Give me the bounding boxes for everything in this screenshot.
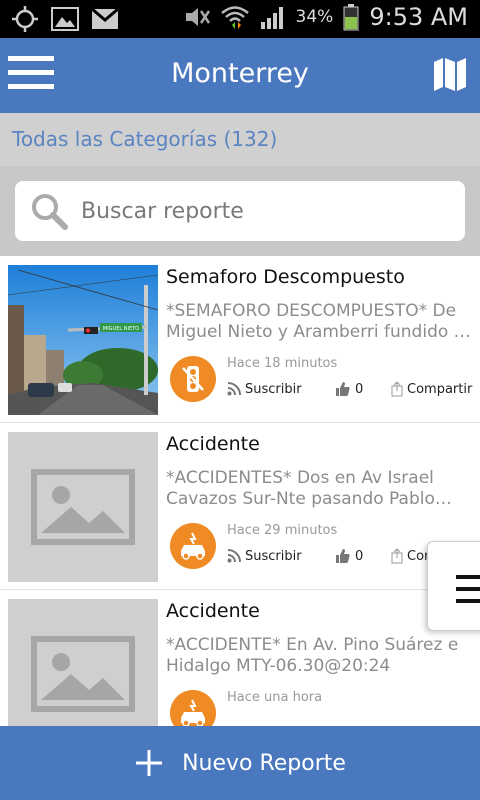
signal-icon bbox=[258, 2, 288, 32]
report-actions: Suscribir 0 Compartir bbox=[227, 381, 472, 397]
search-input[interactable] bbox=[81, 193, 451, 229]
battery-percentage: 34% bbox=[295, 7, 334, 27]
image-placeholder-icon bbox=[8, 432, 158, 582]
list-item[interactable]: MIGUEL NIETO Semaforo Descompuesto *SEMA… bbox=[0, 256, 480, 423]
subscribe-button[interactable]: Suscribir bbox=[227, 549, 335, 564]
subscribe-button[interactable]: Suscribir bbox=[227, 382, 335, 397]
rss-icon bbox=[227, 382, 241, 396]
report-photo: MIGUEL NIETO bbox=[8, 265, 158, 415]
new-report-label: Nuevo Reporte bbox=[182, 750, 346, 776]
wifi-icon bbox=[220, 2, 250, 32]
report-time: Hace una hora bbox=[227, 690, 323, 705]
report-time: Hace 29 minutos bbox=[227, 523, 338, 538]
gps-icon bbox=[10, 4, 40, 34]
subscribe-label: Suscribir bbox=[245, 548, 302, 564]
like-button[interactable]: 0 bbox=[335, 548, 391, 564]
like-count: 0 bbox=[355, 381, 364, 397]
subscribe-label: Suscribir bbox=[245, 381, 302, 397]
floating-menu-button[interactable] bbox=[427, 541, 480, 631]
gmail-icon bbox=[90, 4, 120, 34]
list-item[interactable]: Accidente *ACCIDENTES* Dos en Av Israel … bbox=[0, 423, 480, 590]
share-icon bbox=[391, 381, 403, 397]
status-clock: 9:53 AM bbox=[369, 3, 468, 31]
status-bar: 34% 9:53 AM bbox=[0, 0, 480, 38]
report-actions: Suscribir 0 Cor bbox=[227, 548, 429, 564]
menu-line bbox=[456, 587, 480, 591]
share-label: Compartir bbox=[407, 381, 473, 397]
rss-icon bbox=[227, 549, 241, 563]
report-title: Accidente bbox=[166, 433, 260, 455]
report-description: *ACCIDENTES* Dos en Av Israel Cavazos Su… bbox=[166, 468, 452, 509]
report-description: *SEMAFORO DESCOMPUESTO* De Miguel Nieto … bbox=[166, 301, 471, 342]
search-section bbox=[0, 166, 480, 256]
list-item[interactable]: Accidente *ACCIDENTE* En Av. Pino Suárez… bbox=[0, 590, 480, 726]
battery-icon bbox=[341, 2, 361, 32]
like-button[interactable]: 0 bbox=[335, 381, 391, 397]
street-sign-text: MIGUEL NIETO bbox=[103, 326, 139, 332]
search-box[interactable] bbox=[15, 181, 465, 241]
report-title: Semaforo Descompuesto bbox=[166, 266, 405, 288]
menu-line bbox=[456, 575, 480, 579]
category-filter[interactable]: Todas las Categorías (132) bbox=[0, 113, 480, 166]
report-title: Accidente bbox=[166, 600, 260, 622]
like-count: 0 bbox=[355, 548, 364, 564]
report-list: MIGUEL NIETO Semaforo Descompuesto *SEMA… bbox=[0, 256, 480, 726]
report-description: *ACCIDENTE* En Av. Pino Suárez e Hidalgo… bbox=[166, 635, 459, 676]
thumbs-up-icon bbox=[336, 382, 350, 396]
menu-line bbox=[456, 599, 480, 603]
share-button[interactable]: Compartir bbox=[391, 381, 472, 397]
car-crash-icon bbox=[170, 690, 216, 726]
share-icon bbox=[391, 548, 403, 564]
search-icon bbox=[29, 191, 69, 231]
gallery-icon bbox=[50, 4, 80, 34]
traffic-light-icon bbox=[170, 356, 216, 402]
car-crash-icon bbox=[170, 523, 216, 569]
image-placeholder-icon bbox=[8, 599, 158, 726]
thumbs-up-icon bbox=[336, 549, 350, 563]
mute-icon bbox=[182, 2, 212, 32]
new-report-button[interactable]: Nuevo Reporte bbox=[0, 726, 480, 800]
plus-icon bbox=[136, 750, 163, 776]
report-time: Hace 18 minutos bbox=[227, 356, 338, 371]
app-bar: Monterrey bbox=[0, 38, 480, 113]
page-title: Monterrey bbox=[171, 58, 309, 89]
category-label: Todas las Categorías (132) bbox=[12, 127, 278, 151]
share-button[interactable]: Cor bbox=[391, 548, 429, 564]
map-icon[interactable] bbox=[432, 56, 468, 92]
